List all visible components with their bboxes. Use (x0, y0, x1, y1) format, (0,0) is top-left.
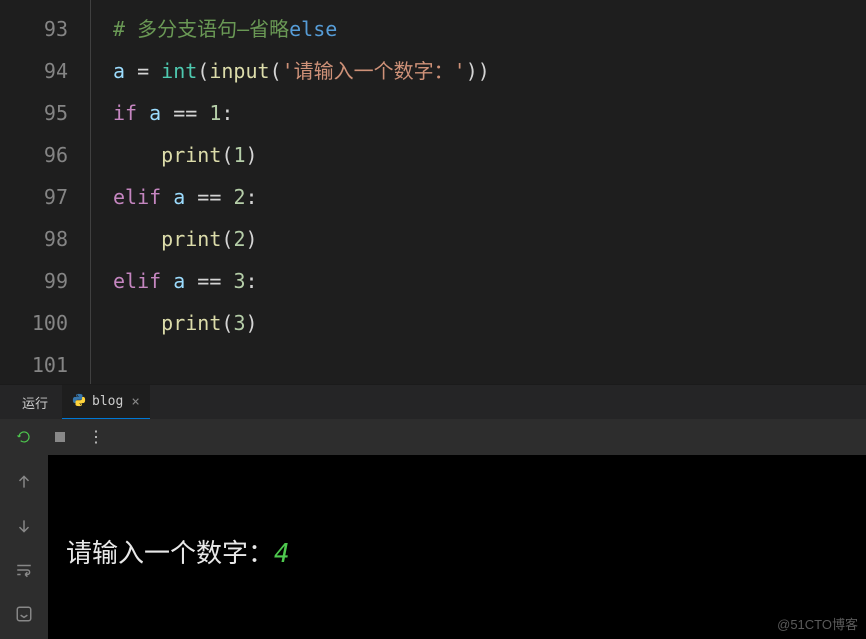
code-line[interactable]: print(3) (113, 302, 866, 344)
code-content[interactable]: # 多分支语句—省略elsea = int(input('请输入一个数字：'))… (90, 0, 866, 384)
code-editor[interactable]: 93949596979899100101 # 多分支语句—省略elsea = i… (0, 0, 866, 384)
line-number: 95 (0, 92, 68, 134)
stop-icon[interactable] (52, 429, 68, 445)
close-tab-icon[interactable]: × (131, 394, 139, 410)
line-number-gutter: 93949596979899100101 (0, 0, 90, 384)
line-number: 100 (0, 302, 68, 344)
code-line[interactable]: print(1) (113, 134, 866, 176)
arrow-up-icon[interactable] (15, 473, 33, 495)
terminal-output[interactable]: 请输入一个数字：4 (48, 455, 866, 639)
line-number: 94 (0, 50, 68, 92)
run-toolbar: ⋮ (0, 419, 866, 455)
line-number: 101 (0, 344, 68, 386)
code-line[interactable]: if a == 1: (113, 92, 866, 134)
scroll-to-end-icon[interactable] (15, 605, 33, 627)
run-panel-label[interactable]: 运行 (12, 385, 58, 419)
arrow-down-icon[interactable] (15, 517, 33, 539)
run-tab-label: blog (92, 394, 123, 409)
rerun-icon[interactable] (16, 429, 32, 445)
code-line[interactable]: # 多分支语句—省略else (113, 8, 866, 50)
panel-tab-bar: 运行 blog × (0, 384, 866, 419)
line-number: 97 (0, 176, 68, 218)
watermark-text: @51CTO博客 (777, 614, 858, 633)
code-line[interactable]: print(2) (113, 218, 866, 260)
code-line[interactable]: elif a == 3: (113, 260, 866, 302)
more-actions-icon[interactable]: ⋮ (88, 429, 104, 445)
soft-wrap-icon[interactable] (15, 561, 33, 583)
terminal-panel[interactable]: 请输入一个数字：4 (0, 455, 866, 639)
terminal-side-toolbar (0, 455, 48, 639)
line-number: 98 (0, 218, 68, 260)
line-number: 99 (0, 260, 68, 302)
terminal-user-input: 4 (274, 539, 290, 569)
code-line[interactable]: a = int(input('请输入一个数字：')) (113, 50, 866, 92)
code-line[interactable]: elif a == 2: (113, 176, 866, 218)
run-tab-blog[interactable]: blog × (62, 385, 150, 419)
code-line[interactable] (113, 344, 866, 386)
line-number: 93 (0, 8, 68, 50)
python-file-icon (72, 393, 86, 411)
line-number: 96 (0, 134, 68, 176)
terminal-prompt-text: 请输入一个数字： (66, 539, 274, 569)
